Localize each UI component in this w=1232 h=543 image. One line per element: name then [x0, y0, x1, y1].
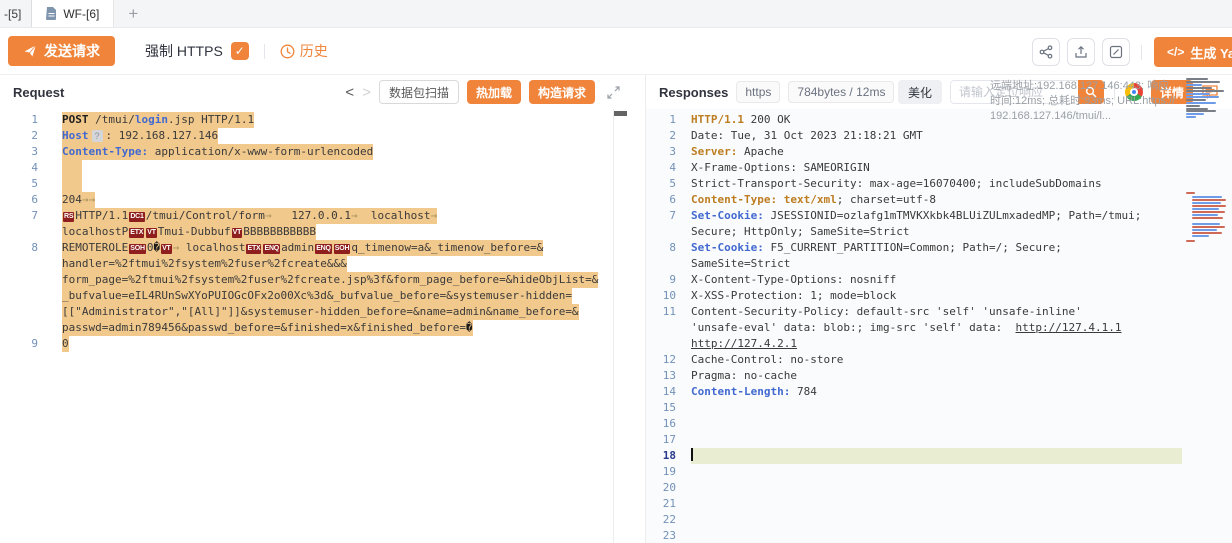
history-next-icon[interactable]: > — [362, 84, 371, 101]
request-panel-header: Request < > 数据包扫描 热加载 构造请求 — [0, 75, 633, 109]
code-line: http://127.4.2.1 — [646, 336, 1232, 352]
code-line: _bufvalue=eIL4RUnSwXYoPUIOGcOFx2o00Xc%3d… — [0, 288, 633, 304]
export-icon — [1074, 45, 1088, 59]
code-line: [["Administrator","[All]"]]&systemuser-h… — [0, 304, 633, 320]
code-line: 3Server: Apache — [646, 144, 1232, 160]
hot-reload-button[interactable]: 热加载 — [467, 80, 521, 104]
response-panel-title: Responses — [659, 85, 728, 100]
code-icon: </> — [1167, 45, 1184, 59]
edit-icon — [1109, 45, 1123, 59]
code-line: 'unsafe-eval' data: blob:; img-src 'self… — [646, 320, 1232, 336]
toolbar: 发送请求 强制 HTTPS ✓ 历史 </> 生成 Yaml — [0, 28, 1232, 75]
code-line: 5Strict-Transport-Security: max-age=1607… — [646, 176, 1232, 192]
code-line: 20 — [646, 480, 1232, 496]
response-annotation: 远端地址:192.168.127.146:443; 响应时间:12ms; 总耗时… — [990, 79, 1178, 124]
divider — [1141, 45, 1142, 60]
share-button[interactable] — [1032, 38, 1060, 66]
tab-bar: -[5] WF-[6] + — [0, 0, 1232, 28]
paper-plane-icon — [23, 44, 37, 58]
scrollbar-thumb[interactable] — [614, 111, 627, 116]
code-line: 90 — [0, 336, 633, 352]
code-line: 9X-Content-Type-Options: nosniff — [646, 272, 1232, 288]
history-label: 历史 — [300, 41, 328, 61]
code-line: 10X-XSS-Protection: 1; mode=block — [646, 288, 1232, 304]
code-line: 2Host?: 192.168.127.146 — [0, 128, 633, 144]
generate-yaml-button[interactable]: </> 生成 Yaml 模板 — [1154, 37, 1232, 67]
plus-icon: + — [128, 4, 138, 24]
code-line: 23 — [646, 528, 1232, 543]
code-line: 17 — [646, 432, 1232, 448]
tab-active[interactable]: WF-[6] — [32, 0, 114, 27]
code-line: form_page=%2ftmui%2fsystem%2fuser%2fcrea… — [0, 272, 633, 288]
tab-active-label: WF-[6] — [63, 7, 99, 21]
code-line: 3Content-Type: application/x-www-form-ur… — [0, 144, 633, 160]
tab-prev-label: -[5] — [4, 7, 21, 21]
code-line: 8Set-Cookie: F5_CURRENT_PARTITION=Common… — [646, 240, 1232, 256]
request-panel-title: Request — [13, 85, 64, 100]
code-line: 7Set-Cookie: JSESSIONID=ozlafg1mTMVKXkbk… — [646, 208, 1232, 224]
text-cursor — [691, 448, 693, 461]
code-line: 1POST /tmui/login.jsp HTTP/1.1 — [0, 112, 633, 128]
packet-scan-button[interactable]: 数据包扫描 — [379, 80, 459, 104]
divider — [264, 44, 265, 59]
code-line: 16 — [646, 416, 1232, 432]
document-icon — [46, 7, 57, 20]
code-line: passwd=admin789456&passwd_before=&finish… — [0, 320, 633, 336]
beautify-button[interactable]: 美化 — [898, 80, 942, 104]
send-request-button[interactable]: 发送请求 — [8, 36, 115, 66]
code-line: 6204→→ — [0, 192, 633, 208]
size-time-tag: 784bytes / 12ms — [788, 81, 894, 103]
tab-prev[interactable]: -[5] — [0, 0, 32, 27]
fullscreen-icon[interactable] — [607, 86, 620, 99]
code-line: 7RSHTTP/1.1DC1/tmui/Control/form→ 127.0.… — [0, 208, 633, 224]
request-header-actions: < > 数据包扫描 热加载 构造请求 — [345, 80, 620, 104]
code-line: handler=%2ftmui%2fsystem%2fuser%2fcreate… — [0, 256, 633, 272]
force-https-checkbox[interactable]: ✓ — [231, 42, 249, 60]
toolbar-right-group: </> 生成 Yaml 模板 — [1032, 37, 1232, 67]
scrollbar-track — [613, 109, 614, 543]
code-line: SameSite=Strict — [646, 256, 1232, 272]
code-line: 13Pragma: no-cache — [646, 368, 1232, 384]
protocol-tag: https — [736, 81, 780, 103]
code-line: 8REMOTEROLESOH0�VT→ localhostETXENQadmin… — [0, 240, 633, 256]
code-line: 14Content-Length: 784 — [646, 384, 1232, 400]
code-line: 4X-Frame-Options: SAMEORIGIN — [646, 160, 1232, 176]
code-line: 15 — [646, 400, 1232, 416]
code-line: 19 — [646, 464, 1232, 480]
request-editor[interactable]: 1POST /tmui/login.jsp HTTP/1.12Host?: 19… — [0, 109, 633, 543]
history-prev-icon[interactable]: < — [345, 84, 354, 101]
force-https-label: 强制 HTTPS — [145, 41, 223, 61]
code-line: 21 — [646, 496, 1232, 512]
generate-yaml-label: 生成 Yaml 模板 — [1190, 43, 1232, 62]
code-line: 4 — [0, 160, 633, 176]
share-icon — [1039, 45, 1053, 59]
request-panel: Request < > 数据包扫描 热加载 构造请求 1POST /tmui/l… — [0, 75, 633, 543]
code-line: 12Cache-Control: no-store — [646, 352, 1232, 368]
send-request-label: 发送请求 — [44, 41, 100, 61]
code-line: 6Content-Type: text/xml; charset=utf-8 — [646, 192, 1232, 208]
response-editor[interactable]: 1HTTP/1.1 200 OK2Date: Tue, 31 Oct 2023 … — [646, 109, 1232, 543]
response-panel: Responses https 784bytes / 12ms 美化 详情 — [645, 75, 1232, 543]
code-line: 2Date: Tue, 31 Oct 2023 21:18:21 GMT — [646, 128, 1232, 144]
clock-icon — [280, 44, 295, 59]
code-line: localhostPETXVTTmui-DubbufVTBBBBBBBBBBB — [0, 224, 633, 240]
code-line: 11Content-Security-Policy: default-src '… — [646, 304, 1232, 320]
main-split: Request < > 数据包扫描 热加载 构造请求 1POST /tmui/l… — [0, 75, 1232, 543]
minimap[interactable] — [1184, 75, 1231, 543]
panel-splitter[interactable] — [633, 75, 645, 543]
history-button[interactable]: 历史 — [280, 41, 328, 61]
add-tab-button[interactable]: + — [114, 0, 152, 27]
export-button[interactable] — [1067, 38, 1095, 66]
construct-request-button[interactable]: 构造请求 — [529, 80, 595, 104]
code-line: Secure; HttpOnly; SameSite=Strict — [646, 224, 1232, 240]
edit-button[interactable] — [1102, 38, 1130, 66]
code-line: 5 — [0, 176, 633, 192]
code-line: 18 — [646, 448, 1232, 464]
check-icon: ✓ — [235, 44, 245, 58]
code-line: 22 — [646, 512, 1232, 528]
